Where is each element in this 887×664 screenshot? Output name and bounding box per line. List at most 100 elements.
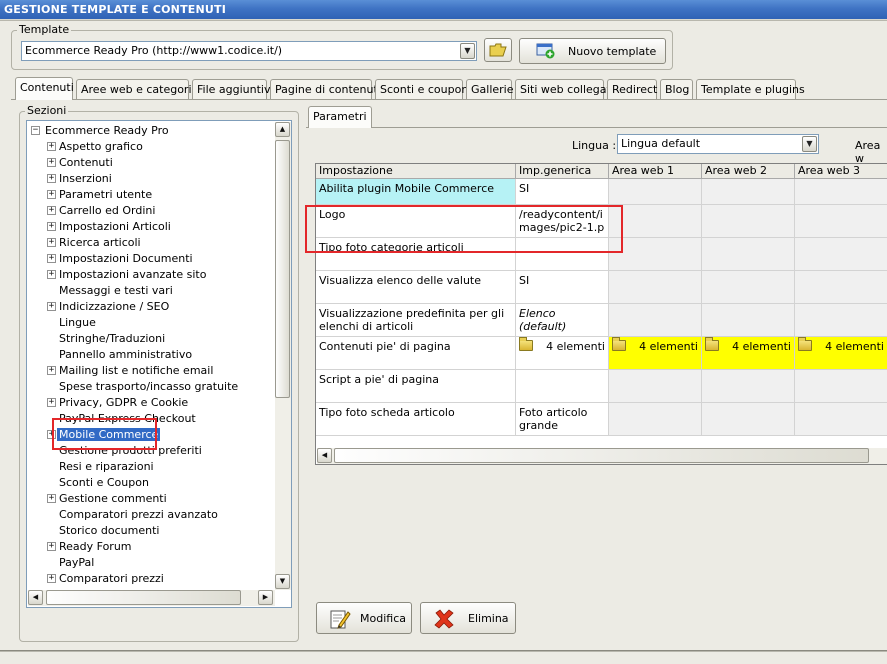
area-web-cell[interactable]	[795, 271, 887, 304]
area-web-cell[interactable]	[795, 403, 887, 436]
elimina-button[interactable]: Elimina	[420, 602, 516, 634]
column-header[interactable]: Area web 3	[795, 164, 887, 179]
chevron-down-icon[interactable]: ▼	[460, 43, 475, 59]
chevron-down-icon[interactable]: ▼	[802, 136, 817, 152]
sidebar-item-label: Gestione commenti	[59, 492, 167, 505]
expand-icon[interactable]: +	[47, 222, 56, 231]
setting-name-cell[interactable]: Abilita plugin Mobile Commerce	[316, 179, 516, 205]
tab-label: Pagine di contenuti	[275, 83, 381, 96]
area-web-cell[interactable]	[702, 238, 795, 271]
area-web-cell[interactable]	[702, 304, 795, 337]
area-web-cell[interactable]: 4 elementi	[609, 337, 702, 370]
expand-icon[interactable]: +	[47, 190, 56, 199]
tab-label: File aggiuntivi	[197, 83, 274, 96]
lingua-select[interactable]: Lingua default ▼	[617, 134, 819, 154]
scroll-right-icon[interactable]: ▶	[258, 590, 273, 605]
elimina-label: Elimina	[468, 612, 509, 625]
area-web-cell[interactable]	[795, 370, 887, 403]
expand-icon[interactable]: +	[47, 142, 56, 151]
expand-icon[interactable]: +	[47, 270, 56, 279]
area-web-cell[interactable]	[609, 179, 702, 205]
tab-pagine-di-contenuti[interactable]: Pagine di contenuti	[270, 79, 381, 99]
area-web-cell[interactable]: 4 elementi	[702, 337, 795, 370]
tab-blog[interactable]: Blog	[660, 79, 693, 99]
area-web-cell[interactable]	[795, 304, 887, 337]
open-folder-button[interactable]	[484, 38, 512, 62]
expand-icon[interactable]: +	[47, 542, 56, 551]
setting-name-cell[interactable]: Contenuti pie' di pagina	[316, 337, 516, 370]
generic-value-cell[interactable]: Elenco (default)	[516, 304, 609, 337]
expand-icon[interactable]: +	[47, 366, 56, 375]
scroll-left-icon[interactable]: ◀	[317, 448, 332, 463]
column-header[interactable]: Imp.generica	[516, 164, 609, 179]
area-web-cell[interactable]	[795, 179, 887, 205]
area-web-cell[interactable]: 4 elementi	[795, 337, 887, 370]
generic-value-cell[interactable]	[516, 370, 609, 403]
sidebar-item-label: Carrello ed Ordini	[59, 204, 156, 217]
generic-value-cell[interactable]: 4 elementi	[516, 337, 609, 370]
new-template-button[interactable]: Nuovo template	[519, 38, 666, 64]
tree-hscroll-thumb[interactable]	[46, 590, 241, 605]
tab-gallerie[interactable]: Gallerie	[466, 79, 514, 99]
area-web-cell[interactable]	[795, 205, 887, 238]
generic-value-cell[interactable]: Foto articolo grande	[516, 403, 609, 436]
tab-siti-web-collegati[interactable]: Siti web collegati	[515, 79, 614, 99]
column-header[interactable]: Impostazione	[316, 164, 516, 179]
expand-icon[interactable]: +	[47, 174, 56, 183]
generic-value-cell[interactable]: SI	[516, 271, 609, 304]
modifica-button[interactable]: Modifica	[316, 602, 412, 634]
column-header[interactable]: Area web 1	[609, 164, 702, 179]
setting-name-cell[interactable]: Tipo foto scheda articolo	[316, 403, 516, 436]
expand-icon[interactable]: +	[47, 158, 56, 167]
area-web-cell[interactable]	[795, 238, 887, 271]
generic-value-cell[interactable]: SI	[516, 179, 609, 205]
tab-redirect[interactable]: Redirect	[607, 79, 657, 99]
tab-label: Contenuti	[20, 81, 74, 94]
sections-tree[interactable]: − Ecommerce Ready Pro + Aspetto grafico + C…	[26, 120, 292, 608]
edit-icon	[330, 610, 351, 629]
highlight-box-mobile-commerce	[52, 418, 157, 450]
grid-hscroll-thumb[interactable]	[334, 448, 869, 463]
area-web-cell[interactable]	[609, 403, 702, 436]
tab-template-e-plugins[interactable]: Template e plugins	[696, 79, 805, 99]
area-web-cell[interactable]	[609, 271, 702, 304]
collapse-icon[interactable]: −	[31, 126, 40, 135]
expand-icon[interactable]: +	[47, 302, 56, 311]
area-web-cell[interactable]	[702, 271, 795, 304]
expand-icon[interactable]: +	[47, 494, 56, 503]
tree-vertical-scrollbar[interactable]: ▲ ▼	[275, 122, 291, 590]
area-web-cell[interactable]	[702, 370, 795, 403]
tab-label: Gallerie	[471, 83, 514, 96]
expand-icon[interactable]: +	[47, 398, 56, 407]
sidebar-item-label: Ready Forum	[59, 540, 132, 553]
scroll-left-icon[interactable]: ◀	[28, 590, 43, 605]
scroll-down-icon[interactable]: ▼	[275, 574, 290, 589]
tab-sconti-e-coupon[interactable]: Sconti e coupon	[375, 79, 468, 99]
setting-name-cell[interactable]: Visualizza elenco delle valute	[316, 271, 516, 304]
tab-aree-web-e-categorie[interactable]: Aree web e categorie	[76, 79, 198, 99]
tree-horizontal-scrollbar[interactable]: ◀ ▶	[28, 590, 275, 606]
area-web-cell[interactable]	[609, 304, 702, 337]
area-web-cell[interactable]	[609, 370, 702, 403]
tab-file-aggiuntivi[interactable]: File aggiuntivi	[192, 79, 274, 99]
expand-icon[interactable]: +	[47, 206, 56, 215]
expand-icon[interactable]: +	[47, 238, 56, 247]
sidebar-item-label: Lingue	[59, 316, 96, 329]
scroll-up-icon[interactable]: ▲	[275, 122, 290, 137]
grid-horizontal-scrollbar[interactable]: ◀	[317, 448, 887, 464]
sidebar-item-label: Privacy, GDPR e Cookie	[59, 396, 189, 409]
sidebar-item-label: Storico documenti	[59, 524, 160, 537]
tree-scroll-thumb[interactable]	[275, 140, 290, 398]
area-web-cell[interactable]	[702, 179, 795, 205]
area-web-cell[interactable]	[702, 403, 795, 436]
tab-contenuti[interactable]: Contenuti	[15, 77, 74, 100]
area-web-cell[interactable]	[702, 205, 795, 238]
template-select[interactable]: Ecommerce Ready Pro (http://www1.codice.…	[21, 41, 477, 61]
sidebar-item-label: Pannello amministrativo	[59, 348, 193, 361]
setting-name-cell[interactable]: Script a pie' di pagina	[316, 370, 516, 403]
tab-parametri[interactable]: Parametri	[308, 106, 372, 128]
setting-name-cell[interactable]: Visualizzazione predefinita per gli elen…	[316, 304, 516, 337]
column-header[interactable]: Area web 2	[702, 164, 795, 179]
expand-icon[interactable]: +	[47, 574, 56, 583]
expand-icon[interactable]: +	[47, 254, 56, 263]
